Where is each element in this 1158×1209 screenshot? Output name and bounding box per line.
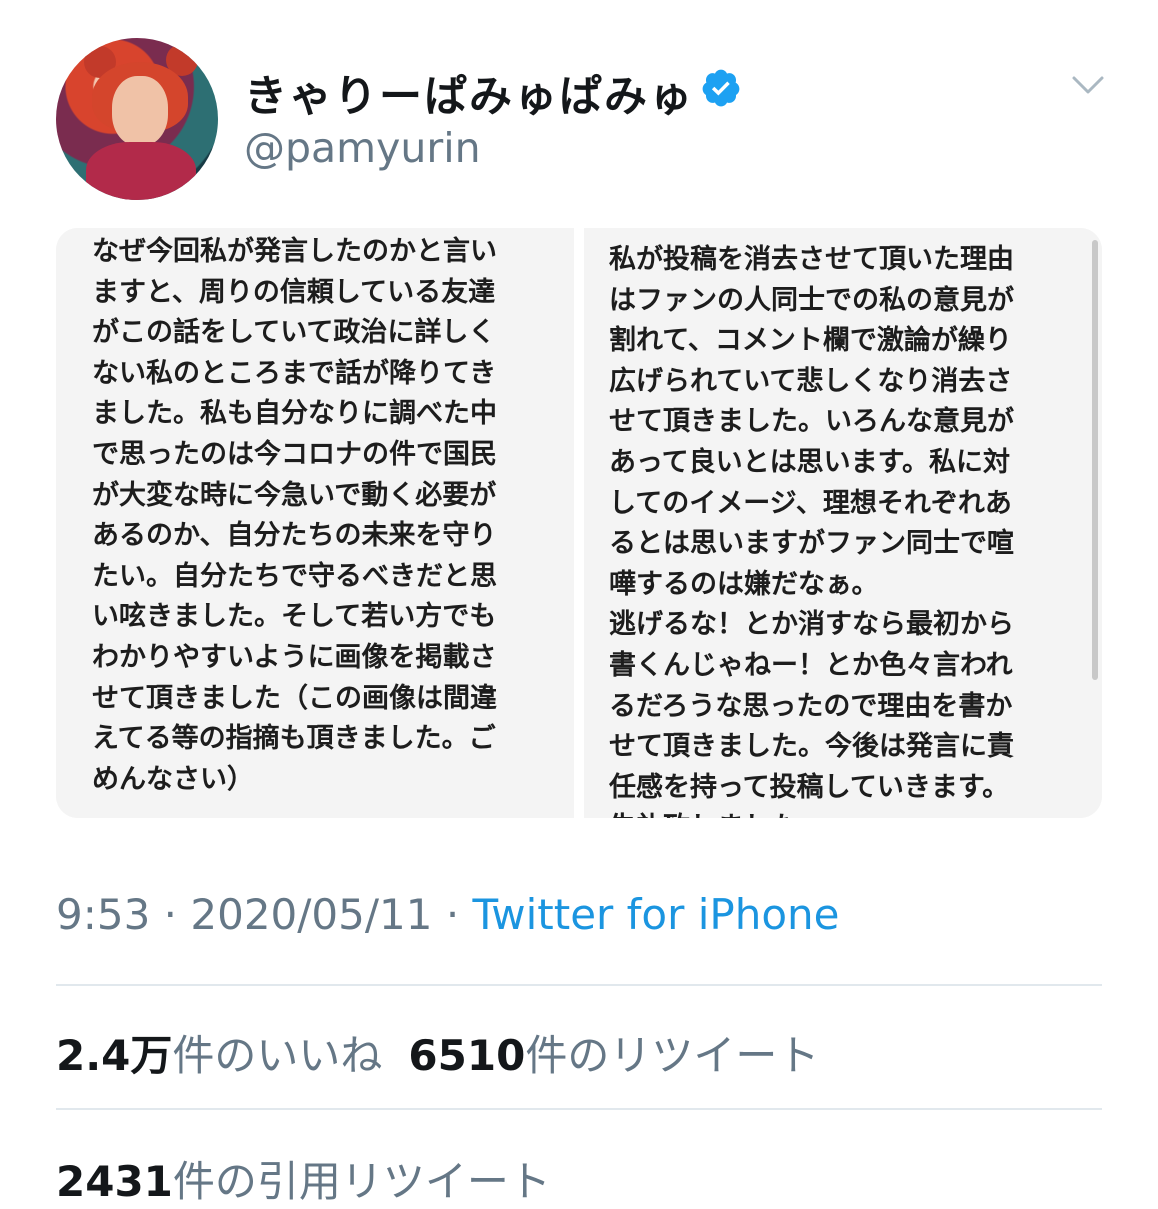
- divider: [56, 984, 1102, 986]
- tweet-time: 9:53: [56, 890, 151, 939]
- tweet-stats: 2.4万件のいいね 6510件のリツイート: [56, 1022, 819, 1083]
- handle[interactable]: @pamyurin: [244, 124, 481, 172]
- display-name[interactable]: きゃりーぱみゅぱみゅ: [244, 62, 694, 124]
- avatar-dress: [86, 142, 196, 200]
- meta-separator: ·: [432, 890, 473, 939]
- quotes-count: 2431: [56, 1157, 173, 1206]
- media-text-left: なぜ今回私が発言したのかと言い ますと、周りの信頼している友達 がこの話をしてい…: [56, 228, 574, 818]
- verified-badge-icon: [702, 69, 740, 107]
- retweets-count: 6510: [408, 1031, 526, 1080]
- quotes-label: 件の引用リツイート: [172, 1157, 551, 1206]
- media-scrollbar: [1092, 240, 1098, 680]
- media-divider: [574, 228, 584, 818]
- divider: [56, 1108, 1102, 1110]
- avatar-face: [112, 76, 168, 146]
- chevron-down-icon[interactable]: [1068, 70, 1108, 100]
- avatar[interactable]: [56, 38, 218, 200]
- tweet-meta: 9:53 · 2020/05/11 · Twitter for iPhone: [56, 890, 840, 939]
- tweet-source-link[interactable]: Twitter for iPhone: [473, 890, 840, 939]
- likes-stat[interactable]: 2.4万件のいいね: [56, 1031, 382, 1080]
- retweets-label: 件のリツイート: [525, 1031, 820, 1080]
- meta-separator: ·: [150, 890, 191, 939]
- likes-label: 件のいいね: [172, 1031, 383, 1080]
- media-text-right: 私が投稿を消去させて頂いた理由 はファンの人同士での私の意見が 割れて、コメント…: [584, 228, 1102, 818]
- likes-count: 2.4万: [56, 1031, 173, 1080]
- tweet-media[interactable]: なぜ今回私が発言したのかと言い ますと、周りの信頼している友達 がこの話をしてい…: [56, 228, 1102, 818]
- tweet-date: 2020/05/11: [190, 890, 433, 939]
- retweets-stat[interactable]: 6510件のリツイート: [408, 1031, 819, 1080]
